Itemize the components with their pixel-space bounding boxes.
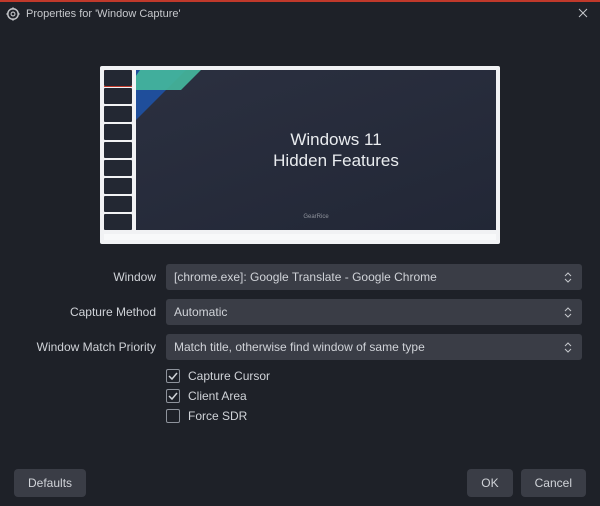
checkbox-icon bbox=[166, 369, 180, 383]
thumbnail bbox=[104, 70, 132, 86]
window-select-value: [chrome.exe]: Google Translate - Google … bbox=[174, 270, 437, 284]
close-icon bbox=[578, 8, 588, 18]
preview-footer bbox=[104, 234, 496, 240]
thumbnail bbox=[104, 142, 132, 158]
slide-graphic bbox=[136, 70, 266, 180]
client-area-label: Client Area bbox=[188, 389, 247, 403]
spinner-icon bbox=[560, 307, 576, 318]
checkbox-icon bbox=[166, 389, 180, 403]
window-select[interactable]: [chrome.exe]: Google Translate - Google … bbox=[166, 264, 582, 290]
force-sdr-label: Force SDR bbox=[188, 409, 247, 423]
capture-cursor-checkbox[interactable]: Capture Cursor bbox=[166, 369, 582, 383]
slide-title-line2: Hidden Features bbox=[273, 150, 399, 171]
match-priority-label: Window Match Priority bbox=[18, 340, 166, 354]
window-title: Properties for 'Window Capture' bbox=[26, 8, 181, 20]
match-priority-row: Window Match Priority Match title, other… bbox=[18, 334, 582, 360]
capture-method-label: Capture Method bbox=[18, 305, 166, 319]
thumbnail bbox=[104, 160, 132, 176]
dialog-footer: Defaults OK Cancel bbox=[0, 460, 600, 506]
thumbnail bbox=[104, 124, 132, 140]
titlebar: Properties for 'Window Capture' bbox=[0, 0, 600, 26]
match-priority-value: Match title, otherwise find window of sa… bbox=[174, 340, 425, 354]
thumbnail bbox=[104, 88, 132, 104]
close-button[interactable] bbox=[572, 5, 594, 23]
spinner-icon bbox=[560, 272, 576, 283]
properties-form: Window [chrome.exe]: Google Translate - … bbox=[0, 254, 600, 423]
cancel-button[interactable]: Cancel bbox=[521, 469, 586, 497]
thumbnail bbox=[104, 178, 132, 194]
slide-title-line1: Windows 11 bbox=[273, 129, 399, 150]
ok-button[interactable]: OK bbox=[467, 469, 512, 497]
window-row: Window [chrome.exe]: Google Translate - … bbox=[18, 264, 582, 290]
thumbnail bbox=[104, 196, 132, 212]
capture-cursor-label: Capture Cursor bbox=[188, 369, 270, 383]
thumbnail-strip bbox=[104, 70, 132, 230]
thumbnail bbox=[104, 214, 132, 230]
slide-footer-text: GearRice bbox=[303, 214, 328, 220]
app-logo-icon bbox=[6, 7, 20, 21]
checkbox-icon bbox=[166, 409, 180, 423]
force-sdr-checkbox[interactable]: Force SDR bbox=[166, 409, 582, 423]
capture-method-row: Capture Method Automatic bbox=[18, 299, 582, 325]
capture-method-select[interactable]: Automatic bbox=[166, 299, 582, 325]
defaults-button[interactable]: Defaults bbox=[14, 469, 86, 497]
match-priority-select[interactable]: Match title, otherwise find window of sa… bbox=[166, 334, 582, 360]
spinner-icon bbox=[560, 342, 576, 353]
client-area-checkbox[interactable]: Client Area bbox=[166, 389, 582, 403]
window-label: Window bbox=[18, 270, 166, 284]
slide-title: Windows 11 Hidden Features bbox=[273, 129, 399, 172]
preview-area: Windows 11 Hidden Features GearRice bbox=[0, 26, 600, 254]
thumbnail bbox=[104, 106, 132, 122]
main-slide: Windows 11 Hidden Features GearRice bbox=[136, 70, 496, 230]
capture-method-value: Automatic bbox=[174, 305, 227, 319]
capture-preview: Windows 11 Hidden Features GearRice bbox=[100, 66, 500, 244]
